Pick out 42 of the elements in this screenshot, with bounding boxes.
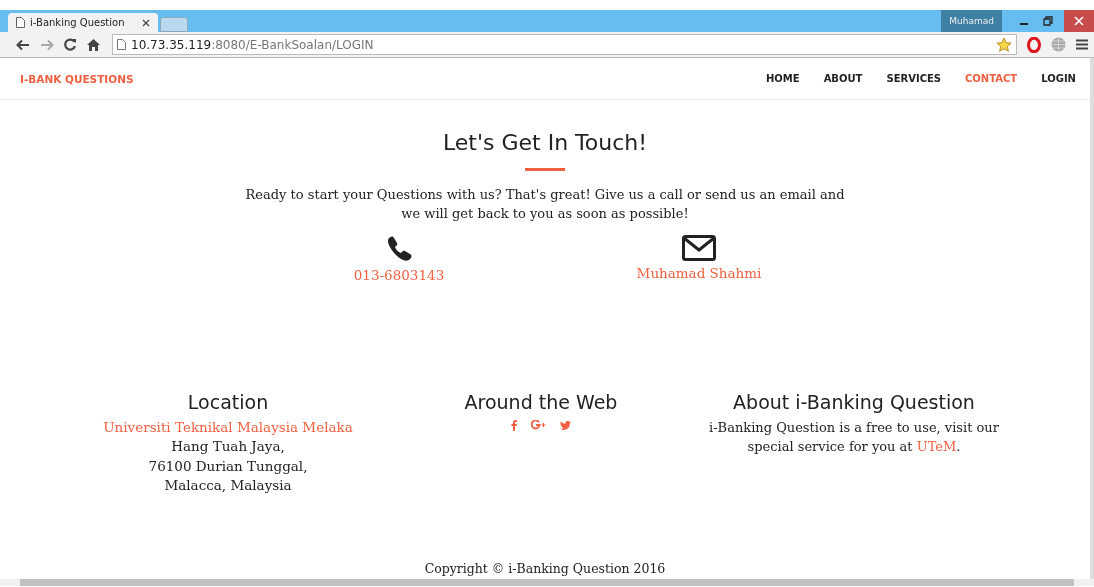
google-plus-icon[interactable] [531, 420, 546, 430]
email-link[interactable]: Muhamad Shahmi [636, 265, 762, 281]
home-icon[interactable] [87, 38, 100, 51]
horizontal-scrollbar[interactable] [0, 579, 1094, 586]
brand-link[interactable]: I-BANK QUESTIONS [20, 72, 134, 85]
profile-button[interactable]: Muhamad [941, 10, 1002, 32]
address-line: Malacca, Malaysia [164, 476, 292, 495]
nav-link[interactable]: LOGIN [1041, 73, 1076, 84]
nav-link[interactable]: HOME [765, 73, 800, 84]
reload-icon[interactable] [64, 38, 77, 51]
menu-icon[interactable] [1076, 39, 1088, 50]
university-link[interactable]: Universiti Teknikal Malaysia Melaka [103, 417, 353, 437]
close-icon[interactable] [142, 18, 150, 27]
phone-number-link[interactable]: 013-6803143 [353, 267, 445, 283]
about-text: i-Banking Question is a free to use, visit our special service for you at UTeM. [708, 418, 1000, 456]
twitter-icon[interactable] [560, 420, 571, 430]
star-icon[interactable] [996, 36, 1012, 53]
facebook-icon[interactable] [511, 419, 517, 431]
nav-link[interactable]: SERVICES [886, 73, 941, 84]
close-window-button[interactable] [1064, 10, 1094, 32]
page-icon [16, 17, 25, 28]
address-line: 76100 Durian Tunggal, [148, 456, 308, 476]
restore-icon[interactable] [1043, 16, 1053, 26]
browser-tab[interactable]: i-Banking Question [8, 13, 158, 32]
nav-link[interactable]: CONTACT [965, 73, 1018, 84]
section-heading: Let's Get In Touch! [442, 130, 648, 155]
tab-title: i-Banking Question [30, 17, 126, 28]
nav-link[interactable]: ABOUT [823, 73, 863, 84]
address-bar[interactable]: 10.73.35.119:8080/E-BankSoalan/LOGIN [112, 34, 1017, 55]
back-icon[interactable] [16, 38, 30, 51]
column-heading: Location [187, 393, 269, 413]
copyright-text: Copyright © i-Banking Question 2016 [423, 561, 667, 578]
heading-underline [525, 168, 565, 171]
page-icon [117, 39, 126, 50]
opera-icon[interactable] [1027, 36, 1041, 53]
close-icon [1074, 16, 1084, 26]
column-heading: About i-Banking Question [733, 393, 975, 413]
address-line: Hang Tuah Jaya, [171, 437, 285, 456]
phone-icon [385, 235, 413, 263]
mail-icon [682, 235, 716, 261]
intro-text: Ready to start your Questions with us? That's great! Give us a call or send us an email and we will get back to you as soon as possible! [244, 186, 846, 223]
column-heading: Around the Web [464, 393, 618, 413]
